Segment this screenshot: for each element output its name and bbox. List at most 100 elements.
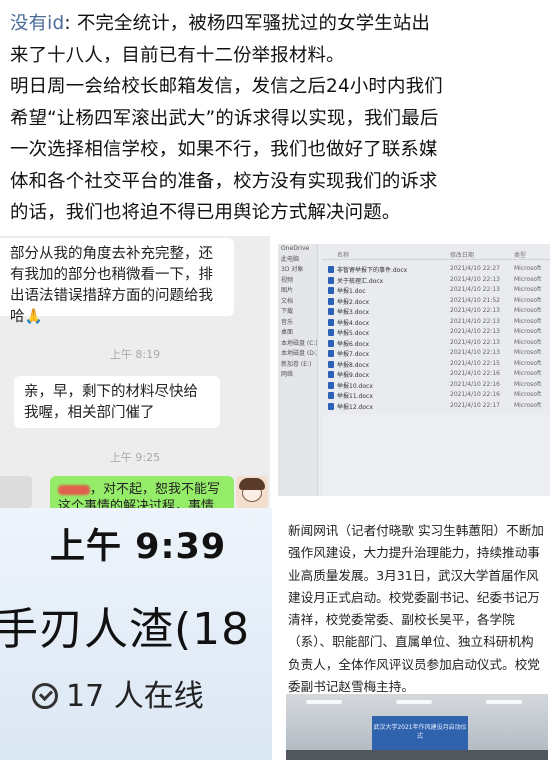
post-text: 没有id: 不完全统计，被杨四军骚扰过的女学生站出 来了十八人，目前已有十二份举… [10, 8, 540, 229]
word-doc-icon [328, 329, 334, 336]
file-date: 2021/4/10 22:16 [450, 380, 500, 388]
file-row[interactable]: 举报3.docx 2021/4/10 22:13 Microsoft [322, 306, 550, 317]
file-date: 2021/4/10 21:52 [450, 296, 500, 304]
online-check-icon [32, 683, 58, 709]
ceiling-light [306, 700, 342, 704]
explorer-nav-item[interactable]: 网络 [278, 370, 317, 381]
explorer-nav-item[interactable]: 此电脑 [278, 255, 317, 266]
explorer-nav-item[interactable]: 图片 [278, 286, 317, 297]
word-doc-icon [328, 381, 334, 389]
ceiling-light [486, 700, 522, 704]
explorer-column-header: 名称 修改日期 类型 [322, 248, 550, 260]
group-chat-screenshot[interactable]: 上午 9:39 手刃人渣(18 17 人在线 [0, 508, 272, 760]
file-date: 2021/4/10 22:27 [450, 265, 500, 272]
post-line-1-text: 不完全统计，被杨四军骚扰过的女学生站出 [76, 13, 431, 34]
word-doc-icon [328, 308, 334, 315]
online-count-text: 17 人在线 [66, 679, 204, 714]
explorer-nav-item[interactable]: 音乐 [278, 318, 317, 329]
file-row[interactable]: 举报10.docx 2021/4/10 22:16 Microsoft [322, 380, 550, 391]
explorer-nav-item[interactable]: 文档 [278, 297, 317, 308]
explorer-nav-item[interactable]: 新加卷 (E:) [278, 360, 317, 371]
file-row[interactable]: 举报1.doc 2021/4/10 22:13 Microsoft [322, 285, 550, 296]
column-name[interactable]: 名称 [337, 250, 349, 259]
file-type: Microsoft [514, 380, 542, 388]
file-type: Microsoft [514, 391, 542, 398]
file-date: 2021/4/10 22:15 [450, 359, 500, 367]
word-doc-icon [328, 402, 334, 410]
column-type[interactable]: 类型 [514, 250, 526, 259]
explorer-nav-item[interactable]: 3D 对象 [278, 265, 317, 276]
file-type: Microsoft [514, 275, 542, 283]
file-type: Microsoft [514, 349, 542, 356]
news-article-screenshot[interactable]: 新闻网讯（记者付晓歌 实习生韩蕙阳）不断加强作风建设，大力提升治理能力，持续推动… [278, 508, 550, 760]
word-doc-icon [328, 339, 334, 347]
word-doc-icon [328, 350, 334, 357]
word-doc-icon [328, 266, 334, 273]
file-date: 2021/4/10 22:13 [450, 317, 500, 325]
file-explorer-screenshot[interactable]: OneDrive 此电脑 3D 对象 视频 图片 文档 下载 音乐 桌面 本地磁盘 (C:) 本地磁… [278, 244, 550, 496]
online-count: 17 人在线 [32, 671, 204, 715]
news-photo: 武汉大学2021年作风建设月启动仪式 [286, 694, 548, 760]
explorer-nav-item[interactable]: 本地磁盘 (D:) [278, 349, 317, 360]
word-doc-icon [328, 318, 334, 326]
word-doc-icon [328, 360, 334, 368]
file-date: 2021/4/10 22:13 [450, 275, 500, 283]
file-row[interactable]: 举报6.docx 2021/4/10 22:13 Microsoft [322, 338, 550, 349]
file-type: Microsoft [514, 307, 542, 314]
file-type: Microsoft [514, 370, 542, 377]
explorer-nav-item[interactable]: 下载 [278, 307, 317, 318]
explorer-nav-item[interactable]: 本地磁盘 (C:) [278, 339, 317, 350]
file-row[interactable]: 举报2.docx 2021/4/10 21:52 Microsoft [322, 296, 550, 307]
post-line-1: 没有id: 不完全统计，被杨四军骚扰过的女学生站出 [10, 8, 540, 40]
file-row[interactable]: 举报8.docx 2021/4/10 22:15 Microsoft [322, 359, 550, 370]
avatar [236, 476, 268, 508]
file-name: 举报5.docx [337, 330, 370, 337]
explorer-nav-pane: OneDrive 此电脑 3D 对象 视频 图片 文档 下载 音乐 桌面 本地磁盘 (C:) 本地磁… [278, 244, 318, 496]
author-name[interactable]: 没有id [10, 13, 64, 34]
chat-bubble-incoming: 亲，早，剩下的材料尽快给我喔，相关部门催了 [14, 376, 220, 428]
file-row[interactable]: 举报7.docx 2021/4/10 22:13 Microsoft [322, 348, 550, 359]
stage-screen-text: 武汉大学2021年作风建设月启动仪式 [373, 724, 467, 740]
file-row[interactable]: 举报11.docx 2021/4/10 22:16 Microsoft [322, 390, 550, 401]
chat-bubble-incoming: 部分从我的角度去补充完整，还有我加的部分也稍微看一下，排出语法错误措辞方面的问题… [0, 238, 234, 325]
file-type: Microsoft [514, 359, 542, 367]
post-line-7: 的话，我们也将迫不得已用舆论方式解决问题。 [10, 202, 401, 223]
file-type: Microsoft [514, 401, 542, 409]
file-type: Microsoft [514, 328, 542, 335]
post-line-2: 来了十八人，目前已有十二份举报材料。 [10, 44, 345, 66]
file-row[interactable]: 关于梳理汇.docx 2021/4/10 22:13 Microsoft [322, 275, 550, 286]
file-name: 非暂寄举报下的事件.docx [337, 267, 408, 274]
chat-timestamp: 上午 8:19 [109, 348, 161, 361]
file-row[interactable]: 非暂寄举报下的事件.docx 2021/4/10 22:27 Microsoft [322, 264, 550, 275]
file-row[interactable]: 举报12.docx 2021/4/10 22:17 Microsoft [322, 401, 550, 412]
explorer-nav-item[interactable]: 桌面 [278, 328, 317, 339]
explorer-nav-item[interactable]: OneDrive [278, 244, 317, 255]
explorer-nav-item[interactable]: 视频 [278, 276, 317, 287]
post-line-3: 明日周一会给校长邮箱发信，发信之后24小时内我们 [10, 76, 443, 97]
file-row[interactable]: 举报4.docx 2021/4/10 22:13 Microsoft [322, 317, 550, 328]
file-date: 2021/4/10 22:17 [450, 401, 500, 409]
group-name: 手刃人渣(18 [0, 604, 251, 655]
file-name: 举报6.docx [337, 340, 370, 348]
avatar [0, 476, 32, 508]
file-date: 2021/4/10 22:13 [450, 286, 500, 293]
chat-screenshot[interactable]: 部分从我的角度去补充完整，还有我加的部分也稍微看一下，排出语法错误措辞方面的问题… [0, 236, 270, 508]
file-name: 举报3.docx [337, 309, 370, 316]
file-date: 2021/4/10 22:13 [450, 328, 500, 335]
chat-bubble-outgoing: ，对不起，恕我不能写这个事情的解决过程，事情车 [50, 476, 234, 508]
image-grid: 部分从我的角度去补充完整，还有我加的部分也稍微看一下，排出语法错误措辞方面的问题… [0, 236, 550, 760]
file-name: 举报11.docx [337, 393, 373, 400]
word-doc-icon [328, 276, 334, 284]
file-type: Microsoft [514, 338, 542, 346]
author-separator: : [64, 13, 77, 34]
file-row[interactable]: 举报5.docx 2021/4/10 22:13 Microsoft [322, 327, 550, 338]
word-doc-icon [328, 371, 334, 378]
post-line-6: 体和各个社交平台的准备，校方没有实现我们的诉求 [10, 170, 438, 192]
file-date: 2021/4/10 22:13 [450, 307, 500, 314]
column-date[interactable]: 修改日期 [450, 250, 474, 259]
chat-timestamp: 上午 9:25 [109, 451, 161, 464]
explorer-empty-area [322, 414, 550, 496]
file-row[interactable]: 举报9.docx 2021/4/10 22:16 Microsoft [322, 369, 550, 380]
file-type: Microsoft [514, 265, 542, 272]
file-name: 举报7.docx [337, 351, 370, 358]
